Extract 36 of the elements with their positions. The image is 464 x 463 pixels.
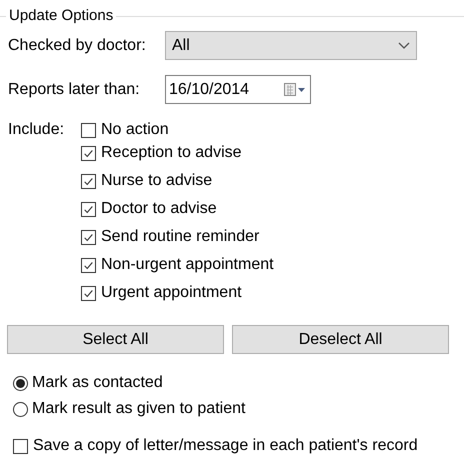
checkbox[interactable]	[13, 438, 28, 454]
select-all-button[interactable]: Select All	[7, 325, 224, 354]
checkbox[interactable]	[81, 122, 96, 138]
check-icon	[83, 260, 94, 270]
check-icon	[83, 176, 94, 186]
radio-button[interactable]	[13, 376, 28, 390]
checkbox-label[interactable]: Nurse to advise	[101, 169, 212, 193]
chevron-down-icon	[398, 42, 410, 50]
checkbox-label[interactable]: Save a copy of letter/message in each patient's record	[33, 434, 418, 458]
checkbox[interactable]	[81, 258, 96, 272]
field-label: Reports later than:	[8, 80, 141, 100]
checkbox-label[interactable]: Send routine reminder	[101, 225, 260, 249]
group-title: Update Options	[8, 6, 114, 26]
dropdown[interactable]: All	[165, 31, 417, 60]
radio-label[interactable]: Mark as contacted	[32, 371, 163, 395]
checkbox[interactable]	[81, 202, 96, 216]
checkbox-label[interactable]: Reception to advise	[101, 141, 242, 165]
field-label: Include:	[8, 121, 66, 140]
check-icon	[83, 148, 94, 158]
field-label: Checked by doctor:	[8, 36, 147, 56]
check-icon	[83, 288, 94, 298]
check-icon	[83, 204, 94, 214]
deselect-all-button[interactable]: Deselect All	[232, 325, 449, 354]
checkbox[interactable]	[81, 286, 96, 300]
checkbox[interactable]	[81, 174, 96, 188]
radio-label[interactable]: Mark result as given to patient	[32, 397, 246, 421]
calendar-dropdown-icon[interactable]	[284, 83, 306, 96]
check-icon	[83, 232, 94, 242]
checkbox[interactable]	[81, 230, 96, 244]
radio-button[interactable]	[13, 402, 28, 416]
checkbox-label[interactable]: Urgent appointment	[101, 281, 242, 305]
date-field[interactable]: 16/10/2014	[165, 75, 311, 104]
checkbox-label[interactable]: Non-urgent appointment	[101, 253, 274, 277]
checkbox[interactable]	[81, 146, 96, 160]
checkbox-label[interactable]: Doctor to advise	[101, 197, 217, 221]
checkbox-label[interactable]: No action	[101, 118, 169, 142]
